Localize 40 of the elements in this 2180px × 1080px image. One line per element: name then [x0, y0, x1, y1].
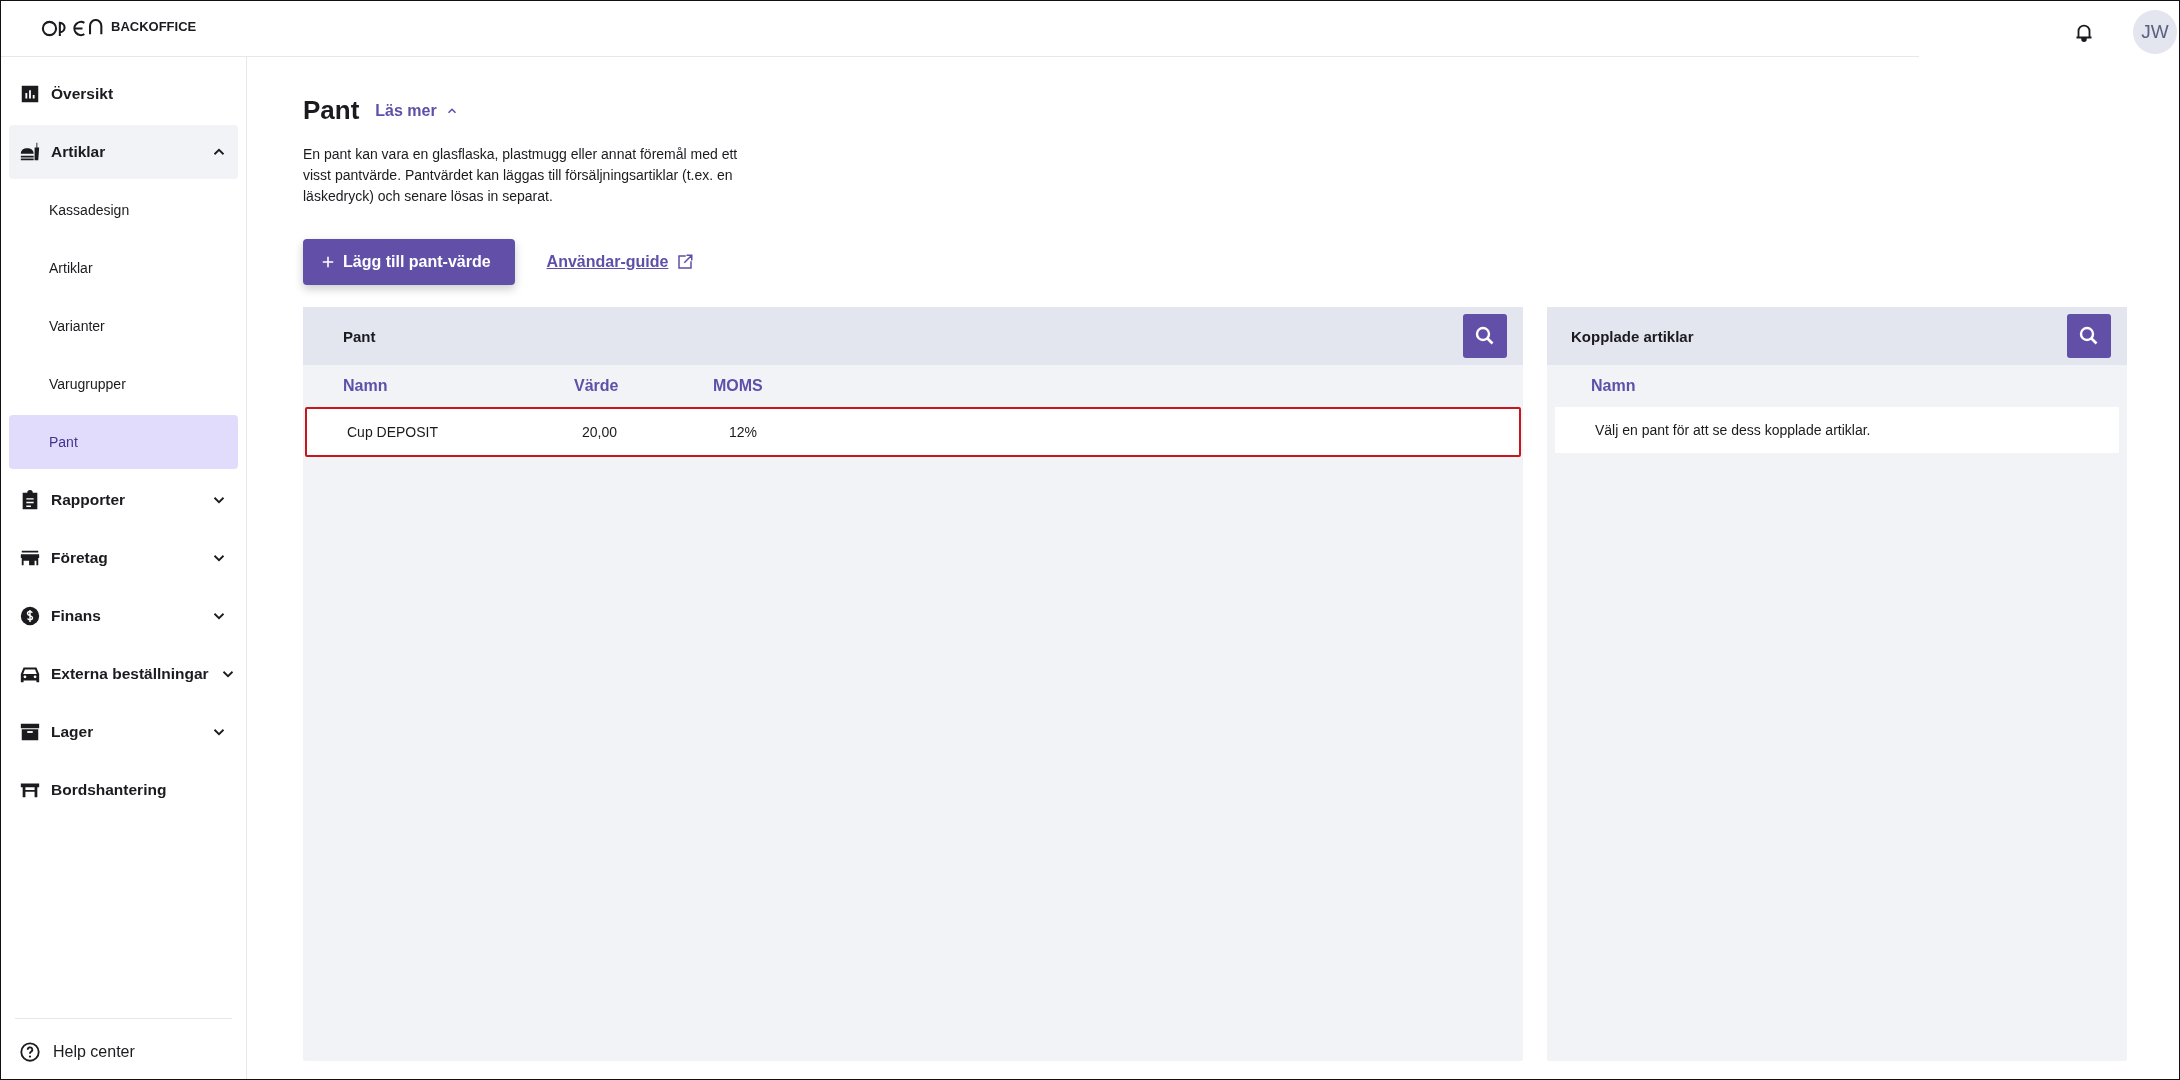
plus-icon — [321, 255, 335, 269]
sidebar-item[interactable]: Bordshantering — [9, 763, 238, 817]
sidebar-item[interactable]: Rapporter — [9, 473, 238, 527]
panel-title: Pant — [343, 327, 376, 345]
sidebar-subitem[interactable]: Varianter — [9, 299, 238, 353]
sidebar-subitem[interactable]: Pant — [9, 415, 238, 469]
empty-message: Välj en pant för att se dess kopplade artiklar. — [1595, 422, 1871, 438]
burger-drink-icon — [19, 141, 41, 163]
page-title: Pant — [303, 95, 360, 126]
sidebar-subitem[interactable]: Varugrupper — [9, 357, 238, 411]
column-header[interactable]: MOMS — [713, 377, 1523, 395]
table-row[interactable]: Cup DEPOSIT 20,00 12% — [305, 407, 1521, 457]
sidebar-item[interactable]: Externa beställningar — [9, 647, 238, 701]
user-avatar[interactable]: JW — [2133, 10, 2177, 54]
column-header[interactable]: Namn — [1591, 377, 1636, 395]
column-header[interactable]: Namn — [343, 377, 574, 395]
sidebar-subitem[interactable]: Artiklar — [9, 241, 238, 295]
panel-title: Kopplade artiklar — [1571, 327, 1694, 345]
bar-chart-icon — [19, 83, 41, 105]
description-text: En pant kan vara en glasflaska, plastmugg eller annat föremål med ett visst pantvärde. Pantvärdet kan läggas till försäljningsartiklar (t.ex. en läskedryck) och senare lösas in separat. — [303, 145, 739, 206]
brand-name: BACKOFFICE — [111, 19, 197, 34]
table-cell-text: 20,00 — [581, 424, 619, 440]
help-icon — [19, 1041, 41, 1063]
table-cell-text: Cup DEPOSIT — [347, 424, 440, 440]
search-button[interactable] — [2067, 314, 2111, 358]
user-guide-link[interactable]: Användar-guide — [546, 253, 669, 271]
search-button[interactable] — [1463, 314, 1507, 358]
sidebar-subitem[interactable]: Kassadesign — [9, 183, 238, 237]
add-deposit-button[interactable]: Lägg till pant-värde — [303, 239, 515, 285]
table-cell-text: 12% — [728, 424, 759, 440]
sidebar-item[interactable]: Företag — [9, 531, 238, 585]
dollar-coin-icon — [19, 605, 41, 627]
archive-box-icon — [19, 721, 41, 743]
help-center-link[interactable]: Help center — [15, 1041, 232, 1063]
read-more-toggle[interactable]: Läs mer — [375, 101, 459, 120]
sidebar-item[interactable]: Lager — [9, 705, 238, 759]
external-link-icon — [676, 253, 695, 271]
sidebar-item[interactable]: Finans — [9, 589, 238, 643]
column-header[interactable]: Värde — [574, 377, 713, 395]
sidebar-item[interactable]: Översikt — [9, 67, 238, 121]
